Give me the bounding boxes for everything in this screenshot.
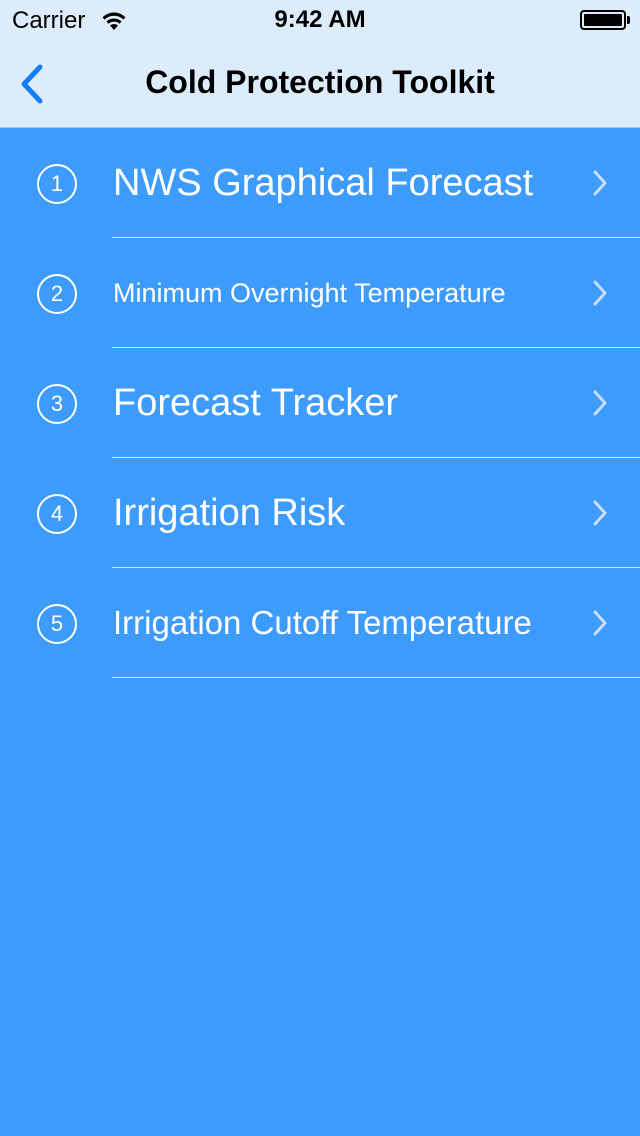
navigation-bar: Cold Protection Toolkit bbox=[0, 40, 640, 128]
number-badge-icon: 1 bbox=[37, 164, 77, 204]
chevron-right-icon bbox=[593, 390, 607, 416]
menu-item-label: Irrigation Risk bbox=[113, 491, 346, 534]
battery-icon bbox=[580, 10, 630, 30]
chevron-right-icon bbox=[593, 500, 607, 526]
menu-item-label: Irrigation Cutoff Temperature bbox=[113, 604, 532, 641]
number-badge-icon: 4 bbox=[37, 494, 77, 534]
top-bar: Carrier 9:42 AM Cold Protection Toolkit bbox=[0, 0, 640, 128]
number-badge-icon: 2 bbox=[37, 274, 77, 314]
toolkit-menu-list: 1 NWS Graphical Forecast 2 Minimum Overn… bbox=[0, 128, 640, 678]
menu-item-label: NWS Graphical Forecast bbox=[113, 161, 534, 204]
menu-item-forecast-tracker[interactable]: 3 Forecast Tracker bbox=[0, 348, 640, 458]
menu-item-minimum-overnight-temperature[interactable]: 2 Minimum Overnight Temperature bbox=[0, 238, 640, 348]
menu-item-nws-graphical-forecast[interactable]: 1 NWS Graphical Forecast bbox=[0, 128, 640, 238]
menu-item-label: Forecast Tracker bbox=[113, 381, 399, 424]
number-badge-icon: 3 bbox=[37, 384, 77, 424]
chevron-right-icon bbox=[593, 170, 607, 196]
menu-item-irrigation-risk[interactable]: 4 Irrigation Risk bbox=[0, 458, 640, 568]
chevron-right-icon bbox=[593, 280, 607, 306]
menu-item-irrigation-cutoff-temperature[interactable]: 5 Irrigation Cutoff Temperature bbox=[0, 568, 640, 678]
status-time: 9:42 AM bbox=[274, 6, 366, 33]
status-bar: Carrier 9:42 AM bbox=[0, 0, 640, 40]
number-badge-icon: 5 bbox=[37, 604, 77, 644]
menu-item-label: Minimum Overnight Temperature bbox=[113, 277, 506, 308]
page-title: Cold Protection Toolkit bbox=[145, 64, 495, 100]
chevron-right-icon bbox=[593, 610, 607, 636]
